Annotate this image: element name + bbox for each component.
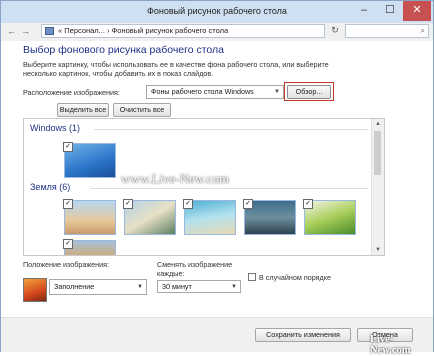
location-label: Расположение изображения: [23, 88, 120, 97]
location-value: Фоны рабочего стола Windows [151, 87, 254, 96]
browse-highlight [284, 82, 334, 101]
gallery-scrollbar[interactable]: ▲ ▼ [371, 119, 384, 255]
watermark-text: www.Live-New.com [121, 171, 230, 186]
checkbox-icon[interactable]: ✓ [63, 199, 73, 209]
chevron-down-icon: ▼ [137, 284, 143, 290]
site-logo: Live-New.com [370, 334, 411, 356]
address-bar: ← → « Персонал... › Фоновый рисунок рабо… [1, 23, 433, 41]
search-input[interactable]: ⌕ [345, 24, 429, 38]
interval-value: 30 минут [162, 282, 192, 291]
interval-dropdown[interactable]: 30 минут ▼ [157, 280, 241, 293]
select-all-button[interactable]: Выделить все [57, 103, 109, 117]
maximize-button[interactable]: ☐ [377, 1, 403, 21]
breadcrumb-text: « Персонал... › Фоновый рисунок рабочего… [58, 26, 229, 35]
group-header-earth[interactable]: Земля (6) [30, 182, 70, 192]
back-button[interactable]: ← [7, 26, 16, 36]
checkbox-icon[interactable]: ✓ [183, 199, 193, 209]
group-divider [90, 188, 368, 189]
checkbox-icon[interactable]: ✓ [303, 199, 313, 209]
wallpaper-gallery[interactable]: Windows (1) ✓ Земля (6) ✓ ✓ ✓ ✓ ✓ ✓ www.… [23, 118, 385, 256]
checkbox-icon[interactable]: ✓ [63, 239, 73, 249]
wallpaper-thumbnail[interactable]: ✓ [183, 199, 236, 235]
checkbox-icon[interactable]: ✓ [123, 199, 133, 209]
search-icon: ⌕ [420, 26, 425, 35]
title-bar: Фоновый рисунок рабочего стола – ☐ ✕ [1, 1, 433, 23]
group-header-windows[interactable]: Windows (1) [30, 123, 80, 133]
page-title: Выбор фонового рисунка рабочего стола [23, 44, 225, 56]
position-value: Заполнение [54, 282, 95, 291]
scroll-thumb[interactable] [374, 131, 381, 175]
checkbox-icon[interactable]: ✓ [63, 142, 73, 152]
wallpaper-thumbnail[interactable]: ✓ [63, 199, 116, 235]
scroll-up-icon[interactable]: ▲ [372, 119, 384, 129]
window: Фоновый рисунок рабочего стола – ☐ ✕ ← →… [0, 0, 434, 356]
save-changes-button[interactable]: Сохранить изменения [255, 328, 351, 342]
breadcrumb[interactable]: « Персонал... › Фоновый рисунок рабочего… [41, 24, 325, 38]
wallpaper-thumbnail[interactable]: ✓ [63, 239, 116, 255]
scroll-down-icon[interactable]: ▼ [372, 245, 384, 255]
page-description: Выберите картинку, чтобы использовать ее… [23, 60, 329, 78]
clear-all-button[interactable]: Очистить все [113, 103, 171, 117]
position-label: Положение изображения: [23, 260, 109, 269]
position-preview-icon [23, 278, 47, 302]
chevron-down-icon: ▼ [274, 89, 280, 95]
location-dropdown[interactable]: Фоны рабочего стола Windows ▼ [146, 85, 284, 99]
position-dropdown[interactable]: Заполнение ▼ [49, 279, 147, 295]
shuffle-checkbox[interactable] [248, 273, 256, 281]
control-panel-icon [45, 27, 54, 35]
minimize-button[interactable]: – [351, 1, 377, 21]
wallpaper-thumbnail[interactable]: ✓ [63, 142, 116, 178]
checkbox-icon[interactable]: ✓ [243, 199, 253, 209]
wallpaper-thumbnail[interactable]: ✓ [303, 199, 356, 235]
interval-label: Сменять изображение каждые: [157, 260, 233, 278]
forward-button[interactable]: → [21, 26, 30, 36]
wallpaper-thumbnail[interactable]: ✓ [123, 199, 176, 235]
wallpaper-thumbnail[interactable]: ✓ [243, 199, 296, 235]
refresh-button[interactable]: ↻ [329, 25, 341, 37]
chevron-down-icon: ▼ [231, 284, 237, 290]
shuffle-label: В случайном порядке [259, 273, 331, 282]
group-divider [94, 129, 368, 130]
close-button[interactable]: ✕ [403, 1, 431, 21]
